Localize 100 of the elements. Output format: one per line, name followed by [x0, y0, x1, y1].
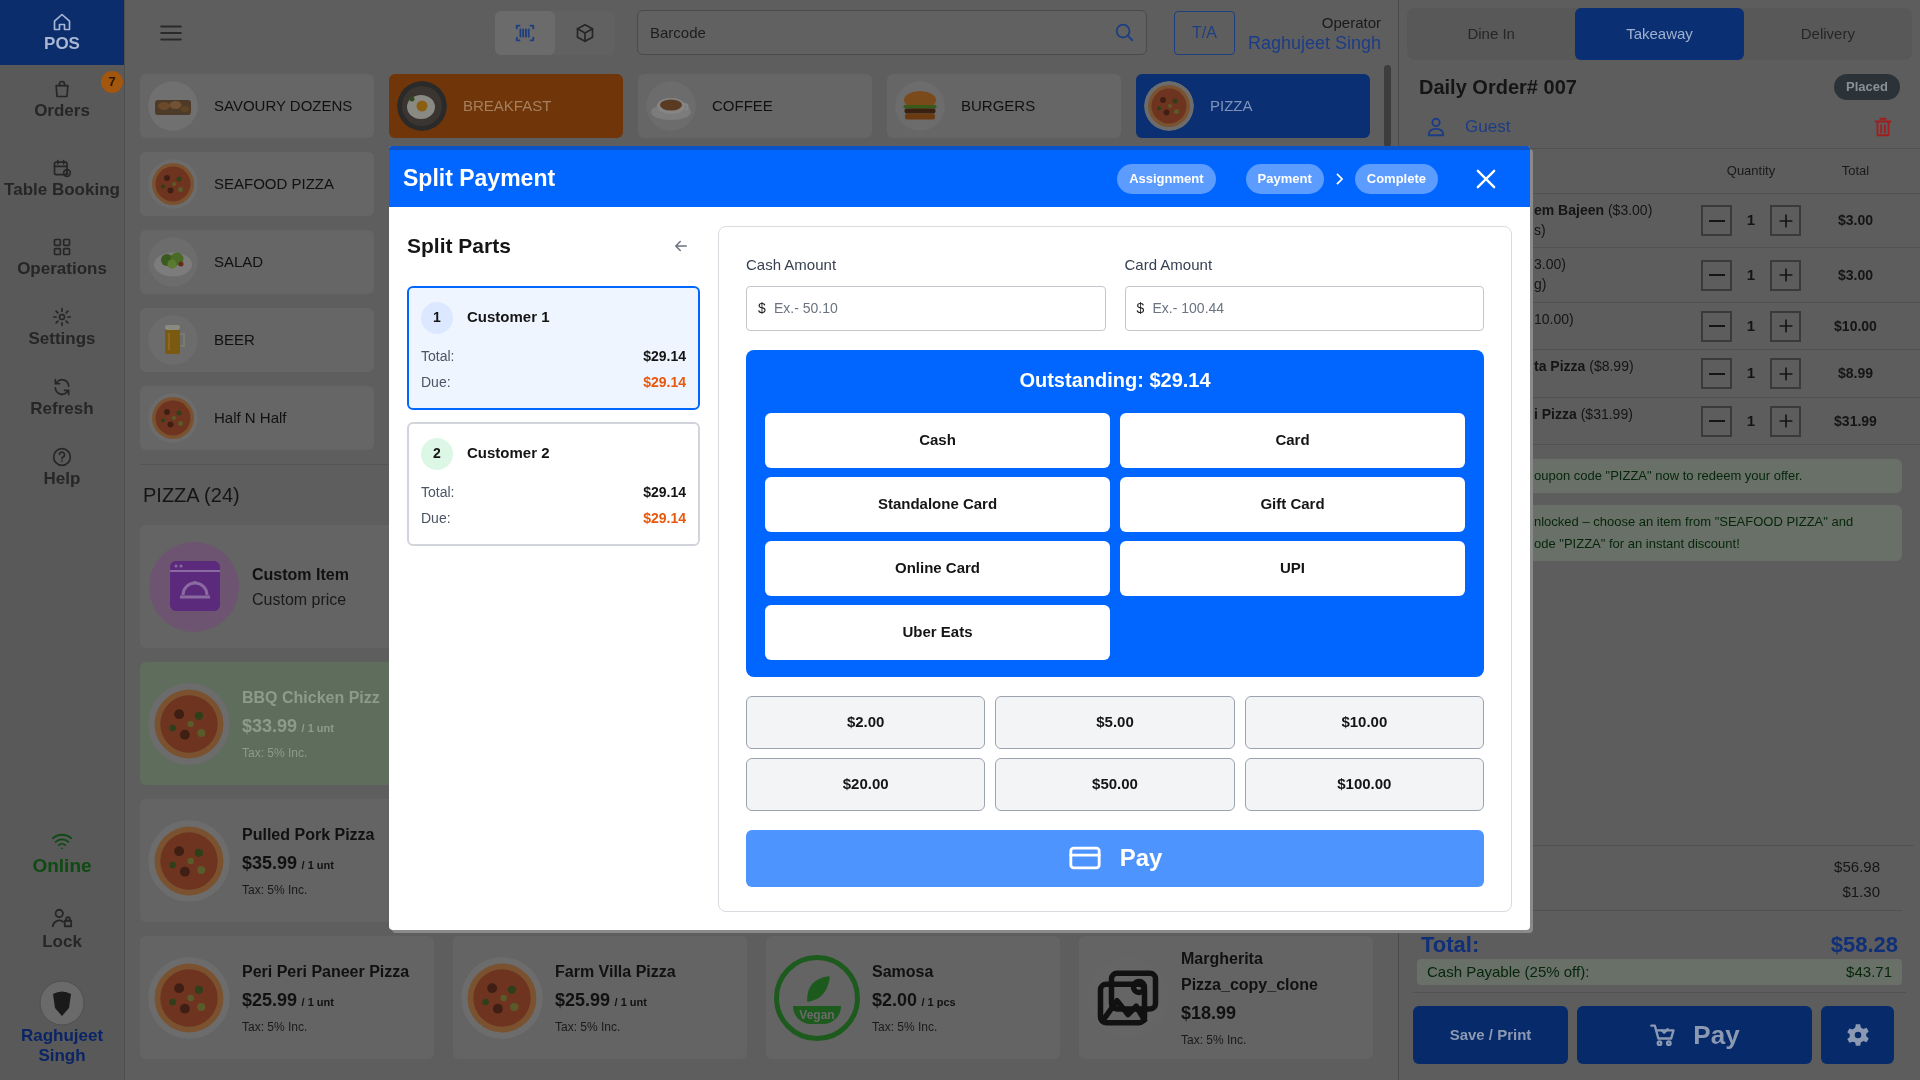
step-pill: Payment: [1245, 163, 1324, 194]
payment-method-button[interactable]: Online Card: [765, 540, 1110, 596]
summary-value: $56.98: [1834, 857, 1880, 877]
category-tile[interactable]: Half N Half: [140, 386, 374, 450]
product-price: $18.99: [1181, 1003, 1237, 1023]
increase-button[interactable]: [1770, 205, 1801, 236]
customer-card[interactable]: 1 Customer 1 Total: $29.14 Due: $29.14: [407, 285, 700, 410]
quick-amount-button[interactable]: $20.00: [746, 757, 986, 811]
product-card[interactable]: Margherita Pizza_copy_clone $18.99 Tax: 5% Inc.: [1079, 936, 1373, 1059]
save-print-button[interactable]: Save / Print: [1413, 1006, 1568, 1064]
quick-amount-button[interactable]: $5.00: [995, 695, 1235, 749]
sidebar-item[interactable]: POS: [0, 0, 124, 65]
tax-note: Tax: 5% Inc.: [555, 1019, 622, 1036]
minus-icon: [1708, 274, 1725, 276]
search-icon: [1113, 21, 1135, 43]
item-quantity: 1: [1746, 410, 1756, 431]
category-tile[interactable]: SEAFOOD PIZZA: [140, 152, 374, 216]
item-name: ta Pizza ($8.99): [1534, 357, 1635, 376]
field-label: Card Amount: [1124, 255, 1214, 275]
decrease-button[interactable]: [1701, 405, 1732, 437]
total-label: Total:: [421, 482, 455, 502]
column-header: Quantity: [1725, 162, 1777, 181]
product-name: Custom Item: [252, 564, 349, 585]
category-tile[interactable]: PIZZA: [1136, 74, 1370, 138]
decrease-button[interactable]: [1701, 358, 1732, 389]
increase-button[interactable]: [1770, 259, 1801, 291]
customer-card[interactable]: 2 Customer 2 Total: $29.14 Due: $29.14: [407, 421, 700, 546]
item-name: i Pizza ($31.99): [1534, 405, 1634, 424]
increase-button[interactable]: [1770, 405, 1801, 437]
category-tile[interactable]: SALAD: [140, 230, 374, 294]
pay-button[interactable]: Pay: [746, 829, 1484, 887]
customer-name: Customer 2: [467, 443, 550, 464]
decrease-button[interactable]: [1701, 205, 1732, 236]
field-label: Cash Amount: [746, 255, 838, 275]
product-unit: / 1 unt: [614, 996, 647, 1008]
product-price: $2.00: [872, 990, 918, 1010]
category-tile[interactable]: SAVOURY DOZENS: [140, 74, 374, 138]
home-icon: [52, 11, 72, 32]
quick-amount-button[interactable]: $10.00: [1244, 695, 1484, 749]
barcode-field[interactable]: Barcode: [637, 10, 1147, 55]
cash-payable-value: $43.71: [1846, 961, 1892, 982]
product-card[interactable]: Vegan Samosa $2.00 / 1 pcs Tax: 5% Inc.: [766, 936, 1060, 1059]
product-price: $25.99: [242, 990, 298, 1010]
customer-total: $29.14: [643, 346, 686, 366]
pay-button[interactable]: Pay: [1577, 1006, 1812, 1064]
product-name: Farm Villa Pizza: [555, 962, 676, 982]
product-card[interactable]: Farm Villa Pizza $25.99 / 1 unt Tax: 5% Inc.: [453, 936, 747, 1059]
payment-method-button[interactable]: UPI: [1120, 540, 1465, 596]
help-icon: [52, 447, 72, 467]
item-total: $31.99: [1833, 411, 1878, 431]
item-detail: s): [1534, 221, 1547, 240]
scrollbar[interactable]: [1384, 65, 1391, 147]
product-subtitle: Custom price: [252, 589, 348, 610]
step-pill: Complete: [1354, 163, 1438, 194]
payment-method-button[interactable]: Uber Eats: [765, 604, 1110, 660]
increase-button[interactable]: [1770, 358, 1801, 389]
panel-title: Split Parts: [407, 233, 511, 259]
customer-total: $29.14: [643, 482, 686, 502]
customer-due: $29.14: [643, 508, 686, 528]
calendar-clock-icon: [52, 158, 72, 178]
category-tile[interactable]: COFFEE: [638, 74, 872, 138]
decrease-button[interactable]: [1701, 310, 1732, 342]
product-unit: / 1 pcs: [921, 996, 956, 1008]
total-value: $58.28: [1830, 933, 1898, 957]
payment-method-button[interactable]: Standalone Card: [765, 476, 1110, 532]
product-unit: / 1 unt: [301, 859, 334, 871]
column-header: Total: [1840, 162, 1871, 181]
user-lock-icon: [51, 906, 73, 929]
decrease-button[interactable]: [1701, 259, 1732, 291]
category-tile[interactable]: BEER: [140, 308, 374, 372]
tax-note: Tax: 5% Inc.: [242, 1019, 309, 1036]
quick-amount-button[interactable]: $50.00: [995, 757, 1235, 811]
summary-value: $1.30: [1842, 882, 1880, 902]
product-name: Pulled Pork Pizza: [242, 825, 375, 845]
customer-due: $29.14: [643, 372, 686, 392]
total-label: Total:: [421, 346, 455, 366]
item-total: $8.99: [1836, 364, 1874, 383]
category-tile[interactable]: BREAKFAST: [389, 74, 623, 138]
cloche-icon: [148, 540, 240, 633]
payment-method-button[interactable]: Cash: [765, 412, 1110, 468]
customer-number: 2: [421, 437, 453, 470]
quick-amount-button[interactable]: $2.00: [746, 695, 986, 749]
increase-button[interactable]: [1770, 310, 1801, 342]
currency-prefix: $: [758, 298, 766, 317]
minus-icon: [1708, 372, 1725, 375]
item-quantity: 1: [1746, 363, 1756, 384]
order-type-tab[interactable]: Takeaway: [1575, 8, 1744, 60]
product-card[interactable]: Peri Peri Paneer Pizza $25.99 / 1 unt Tax: 5% Inc.: [140, 936, 434, 1059]
scan-mode-button[interactable]: [495, 10, 555, 55]
quick-amount-button[interactable]: $100.00: [1244, 757, 1484, 811]
currency-prefix: $: [1136, 298, 1145, 317]
product-name: Margherita Pizza_copy_clone: [1181, 949, 1319, 995]
count-badge: 7: [101, 71, 123, 93]
category-tile[interactable]: BURGERS: [887, 74, 1121, 138]
minus-icon: [1708, 219, 1725, 222]
settings-button[interactable]: [1821, 1006, 1894, 1064]
payment-method-button[interactable]: Gift Card: [1120, 476, 1465, 532]
bag-icon: [52, 79, 72, 99]
due-label: Due:: [421, 508, 451, 528]
payment-method-button[interactable]: Card: [1120, 412, 1465, 468]
